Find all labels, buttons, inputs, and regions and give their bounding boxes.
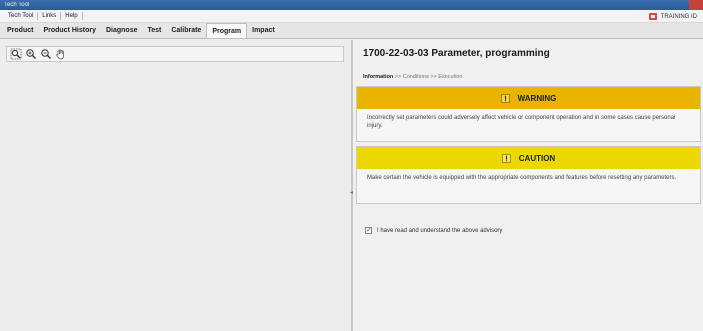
warning-header: WARNING — [357, 87, 700, 109]
caution-box: CAUTION Make certain the vehicle is equi… — [356, 146, 701, 204]
caution-header: CAUTION — [357, 147, 700, 169]
tab-impact[interactable]: Impact — [247, 23, 280, 38]
zoom-out-icon[interactable] — [39, 47, 53, 61]
tab-product[interactable]: Product — [2, 23, 38, 38]
breadcrumb-execution: Execution — [438, 74, 463, 80]
breadcrumb-information: Information — [363, 74, 394, 80]
zoom-fit-icon[interactable] — [9, 47, 23, 61]
acknowledge-checkbox[interactable] — [365, 226, 372, 234]
acknowledge-label: I have read and understand the above adv… — [377, 227, 503, 234]
close-button[interactable] — [689, 0, 703, 10]
window-controls — [661, 0, 703, 10]
acknowledge-advisory[interactable]: I have read and understand the above adv… — [365, 226, 503, 234]
breadcrumb-separator: >> — [430, 74, 437, 80]
tab-calibrate[interactable]: Calibrate — [166, 23, 206, 38]
breadcrumb-conditions: Conditions — [402, 74, 429, 80]
right-panel: 1700-22-03-03 Parameter, programming Inf… — [353, 40, 703, 331]
menu-item-tech-tool[interactable]: Tech Tool — [4, 12, 39, 20]
zoom-toolbar — [6, 46, 344, 62]
menu-item-links[interactable]: Links — [38, 12, 62, 20]
caution-text: Make certain the vehicle is equipped wit… — [367, 175, 677, 181]
tab-test[interactable]: Test — [142, 23, 166, 38]
caution-heading: CAUTION — [518, 153, 556, 163]
breadcrumb-separator: >> — [394, 74, 402, 80]
left-panel — [0, 40, 351, 331]
zoom-in-icon[interactable] — [24, 47, 38, 61]
tab-product-history[interactable]: Product History — [38, 23, 101, 38]
warning-box: WARNING Incorrectly set parameters could… — [356, 86, 701, 142]
tab-program[interactable]: Program — [206, 23, 248, 38]
warning-text: Incorrectly set parameters could adverse… — [367, 115, 676, 129]
training-badge-icon — [648, 13, 657, 20]
warning-sign-icon — [500, 93, 510, 103]
pan-hand-icon[interactable] — [54, 47, 68, 61]
training-label: TRAINING ID — [660, 13, 697, 20]
tab-diagnose[interactable]: Diagnose — [101, 23, 143, 38]
main-tab-bar: Product Product History Diagnose Test Ca… — [0, 23, 703, 39]
breadcrumb: Information >> Conditions >> Execution — [363, 74, 462, 80]
training-indicator: TRAINING ID — [648, 10, 697, 23]
menu-bar: Tech Tool Links Help TRAINING ID — [0, 10, 703, 23]
minimize-button[interactable] — [661, 0, 675, 10]
window-titlebar: Tech Tool — [0, 0, 703, 10]
window-title: Tech Tool — [4, 2, 30, 8]
parameter-title: 1700-22-03-03 Parameter, programming — [363, 48, 550, 59]
maximize-button[interactable] — [675, 0, 689, 10]
warning-heading: WARNING — [517, 93, 557, 103]
menu-item-help[interactable]: Help — [61, 12, 83, 20]
caution-sign-icon — [501, 153, 511, 163]
